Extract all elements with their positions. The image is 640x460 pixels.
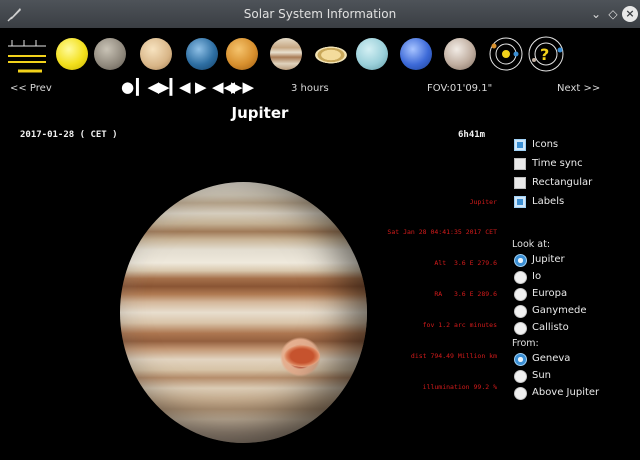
radio-dot [514,387,527,400]
labels-checkbox-label: Labels [532,196,565,207]
saturn-button[interactable] [314,46,348,64]
look-at-europa-radio[interactable]: Europa [514,287,634,303]
fov-label: FOV:01'09.1" [427,83,493,94]
window-title: Solar System Information [243,7,397,21]
stop-dot-icon[interactable]: ● [121,78,134,96]
radio-label: Europa [532,288,568,299]
radio-dot [514,288,527,301]
time-sync-checkbox-label: Time sync [532,158,583,169]
hour-angle-label: 6h41m [458,130,486,140]
look-at-callisto-radio[interactable]: Callisto [514,321,634,337]
icons-checkbox[interactable]: Icons [514,138,634,154]
step-forward-icon[interactable]: ▶ [195,78,207,96]
from-heading: From: [512,338,539,349]
radio-dot [514,353,527,366]
radio-label: Callisto [532,322,569,333]
jupiter-button[interactable] [270,38,302,70]
title-bar: Solar System Information ⌄ ◇ × [0,0,640,28]
from-geneva-radio[interactable]: Geneva [514,352,634,368]
jupiter-image[interactable] [120,182,367,443]
look-at-ganymede-radio[interactable]: Ganymede [514,304,634,320]
look-at-io-radio[interactable]: Io [514,270,634,286]
sun-button[interactable] [56,38,88,70]
great-red-spot [284,345,320,367]
mercury-button[interactable] [94,38,126,70]
app-window: Solar System Information ⌄ ◇ × ? << Prev… [0,0,640,460]
labels-checkbox[interactable]: Labels [514,195,634,211]
radio-dot [514,305,527,318]
checkbox-box [514,158,526,170]
rectangular-checkbox-label: Rectangular [532,177,593,188]
icons-checkbox-label: Icons [532,139,559,150]
radio-label: Io [532,271,542,282]
scale-ruler-icon[interactable] [4,34,50,76]
info-panel: Jupiter Sat Jan 28 04:41:35 2017 CET Alt… [387,176,497,413]
neptune-button[interactable] [400,38,432,70]
prev-button[interactable]: << Prev [10,83,52,94]
skip-forward-icon[interactable]: ▶▎ [158,78,181,96]
radio-dot [514,370,527,383]
radio-dot [514,322,527,335]
radio-dot [514,271,527,284]
date-label: 2017-01-28 ( CET ) [20,130,118,140]
radio-label: Ganymede [532,305,587,316]
inner-orbits-icon[interactable] [486,34,526,74]
time-sync-checkbox[interactable]: Time sync [514,157,634,173]
minimize-chevron-icon[interactable]: ⌄ [588,6,604,22]
close-icon[interactable]: × [622,6,638,22]
earth-button[interactable] [186,38,218,70]
svg-text:?: ? [540,45,549,64]
radio-label: Geneva [532,353,571,364]
pluto-button[interactable] [444,38,476,70]
look-at-jupiter-radio[interactable]: Jupiter [514,253,634,269]
from-above-jupiter-radio[interactable]: Above Jupiter [514,386,634,402]
fast-forward-icon[interactable]: ▶▶ [231,78,254,96]
info-line: Jupiter [469,197,497,206]
info-line: fov 1.2 arc minutes [422,321,497,330]
from-sun-radio[interactable]: Sun [514,369,634,385]
checkbox-box [514,177,526,189]
venus-button[interactable] [140,38,172,70]
step-back-icon[interactable]: ◀ [179,78,191,96]
look-at-heading: Look at: [512,239,551,250]
radio-label: Above Jupiter [532,387,600,398]
mars-button[interactable] [226,38,258,70]
radio-label: Jupiter [532,254,565,265]
info-line: Alt 3.6 E 279.6 [434,259,497,268]
planet-title: Jupiter [231,104,289,122]
checkbox-box [514,139,526,151]
radio-dot [514,254,527,267]
rectangular-checkbox[interactable]: Rectangular [514,176,634,192]
info-line: illumination 99.2 % [422,382,497,391]
radio-label: Sun [532,370,552,381]
time-step-label[interactable]: 3 hours [291,83,329,94]
info-line: RA 3.6 E 289.6 [434,290,497,299]
info-line: Sat Jan 28 04:41:35 2017 CET [387,228,497,237]
next-button[interactable]: Next >> [557,83,600,94]
outer-orbits-icon[interactable]: ? [526,34,566,74]
maximize-diamond-icon[interactable]: ◇ [605,6,621,22]
uranus-button[interactable] [356,38,388,70]
skip-back-icon[interactable]: ▎◀ [136,78,159,96]
info-line: dist 794.49 Million km [410,352,497,361]
checkbox-box [514,196,526,208]
